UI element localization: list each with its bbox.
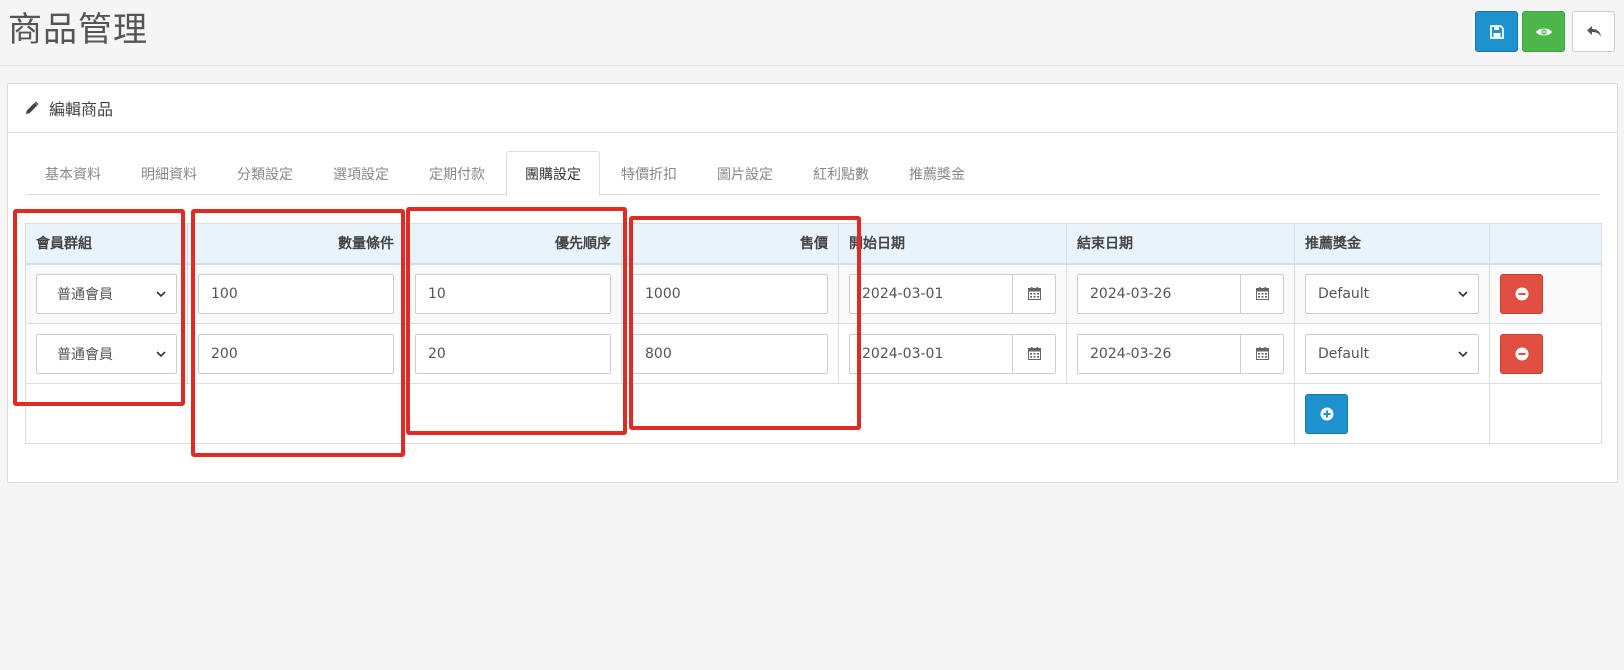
quantity-input[interactable]: 100 <box>198 273 394 314</box>
tab-images[interactable]: 圖片設定 <box>698 151 792 195</box>
member-group-select[interactable]: 普通會員 <box>36 273 177 314</box>
header-member-group: 會員群組 <box>25 223 188 265</box>
calendar-icon <box>1255 347 1269 360</box>
chevron-down-icon <box>156 291 166 297</box>
panel-heading: 編輯商品 <box>8 84 1617 133</box>
save-button[interactable] <box>1475 11 1518 52</box>
floppy-disk-icon <box>1489 24 1504 39</box>
referral-bonus-value: Default <box>1318 285 1370 302</box>
member-group-select[interactable]: 普通會員 <box>36 333 177 374</box>
quantity-input[interactable]: 200 <box>198 333 394 374</box>
cell-referral-bonus: Default <box>1294 323 1490 384</box>
tab-referral-bonus[interactable]: 推薦獎金 <box>890 151 984 195</box>
page-title: 商品管理 <box>8 10 148 50</box>
cell-price: 1000 <box>621 263 839 324</box>
page-header: 商品管理 <box>0 0 1624 66</box>
cell-priority: 10 <box>404 263 622 324</box>
minus-circle-icon <box>1515 287 1528 301</box>
minus-circle-icon <box>1515 347 1528 360</box>
header-price: 售價 <box>621 223 839 265</box>
add-row <box>25 383 1602 444</box>
preview-button[interactable] <box>1522 11 1565 52</box>
chevron-down-icon <box>156 350 166 357</box>
header-start-date: 開始日期 <box>838 223 1067 265</box>
cell-actions <box>1489 263 1602 324</box>
cell-add <box>1294 383 1490 444</box>
member-group-value: 普通會員 <box>57 286 113 303</box>
end-date-input[interactable]: 2024-03-26 <box>1077 273 1241 314</box>
member-group-value: 普通會員 <box>57 346 113 363</box>
price-input[interactable]: 800 <box>632 333 828 374</box>
tab-details[interactable]: 明細資料 <box>122 151 216 195</box>
start-date-calendar-button[interactable] <box>1013 333 1056 374</box>
referral-bonus-select[interactable]: Default <box>1305 273 1479 314</box>
cell-end-date: 2024-03-26 <box>1066 263 1295 324</box>
chevron-down-icon <box>1458 350 1468 357</box>
cell-member-group: 普通會員 <box>25 263 188 324</box>
cell-referral-bonus: Default <box>1294 263 1490 324</box>
end-date-input[interactable]: 2024-03-26 <box>1077 333 1241 374</box>
pencil-icon <box>26 101 39 114</box>
tab-bonus-points[interactable]: 紅利點數 <box>794 151 888 195</box>
cell-price: 800 <box>621 323 839 384</box>
panel-heading-text: 編輯商品 <box>49 100 114 119</box>
remove-row-button[interactable] <box>1500 333 1543 374</box>
eye-icon <box>1535 28 1552 35</box>
header-quantity: 數量條件 <box>187 223 405 265</box>
table-row: 普通會員 200 20 800 2024-03-01 2024-03-26 De… <box>25 323 1602 384</box>
referral-bonus-select[interactable]: Default <box>1305 333 1479 374</box>
header-priority: 優先順序 <box>404 223 622 265</box>
cell-quantity: 100 <box>187 263 405 324</box>
end-date-calendar-button[interactable] <box>1241 273 1284 314</box>
calendar-icon <box>1027 287 1041 301</box>
back-button[interactable] <box>1572 11 1615 52</box>
referral-bonus-value: Default <box>1318 345 1370 362</box>
table-header-row: 會員群組 數量條件 優先順序 售價 開始日期 結束日期 推薦獎金 <box>25 223 1602 265</box>
cell-start-date: 2024-03-01 <box>838 263 1067 324</box>
cell-quantity: 200 <box>187 323 405 384</box>
edit-product-panel: 編輯商品 基本資料 明細資料 分類設定 選項設定 定期付款 團購設定 特價折扣 … <box>7 83 1618 483</box>
tab-special-discount[interactable]: 特價折扣 <box>602 151 696 195</box>
tab-basic-info[interactable]: 基本資料 <box>26 151 120 195</box>
priority-input[interactable]: 20 <box>415 333 611 374</box>
calendar-icon <box>1255 287 1269 301</box>
end-date-calendar-button[interactable] <box>1241 333 1284 374</box>
cell-member-group: 普通會員 <box>25 323 188 384</box>
remove-row-button[interactable] <box>1500 273 1543 314</box>
cell-actions <box>1489 323 1602 384</box>
reply-arrow-icon <box>1586 25 1601 37</box>
tab-recurring-payment[interactable]: 定期付款 <box>410 151 504 195</box>
start-date-input[interactable]: 2024-03-01 <box>849 273 1013 314</box>
tab-bar: 基本資料 明細資料 分類設定 選項設定 定期付款 團購設定 特價折扣 圖片設定 … <box>26 151 1600 196</box>
group-buy-table: 會員群組 數量條件 優先順序 售價 開始日期 結束日期 推薦獎金 普通會員 10… <box>25 223 1602 444</box>
add-row-spacer <box>25 383 1295 444</box>
cell-end-date: 2024-03-26 <box>1066 323 1295 384</box>
header-actions <box>1489 223 1602 265</box>
cell-priority: 20 <box>404 323 622 384</box>
chevron-down-icon <box>1458 291 1468 297</box>
price-input[interactable]: 1000 <box>632 273 828 314</box>
add-row-button[interactable] <box>1305 393 1348 434</box>
add-row-empty <box>1489 383 1602 444</box>
start-date-calendar-button[interactable] <box>1013 273 1056 314</box>
tab-options[interactable]: 選項設定 <box>314 151 408 195</box>
plus-circle-icon <box>1320 407 1333 420</box>
table-row: 普通會員 100 10 1000 2024-03-01 2024-03-26 D… <box>25 263 1602 324</box>
header-referral-bonus: 推薦獎金 <box>1294 223 1490 265</box>
cell-start-date: 2024-03-01 <box>838 323 1067 384</box>
calendar-icon <box>1027 347 1041 360</box>
header-end-date: 結束日期 <box>1066 223 1295 265</box>
tab-group-buy[interactable]: 團購設定 <box>506 151 600 196</box>
priority-input[interactable]: 10 <box>415 273 611 314</box>
tab-category[interactable]: 分類設定 <box>218 151 312 195</box>
start-date-input[interactable]: 2024-03-01 <box>849 333 1013 374</box>
